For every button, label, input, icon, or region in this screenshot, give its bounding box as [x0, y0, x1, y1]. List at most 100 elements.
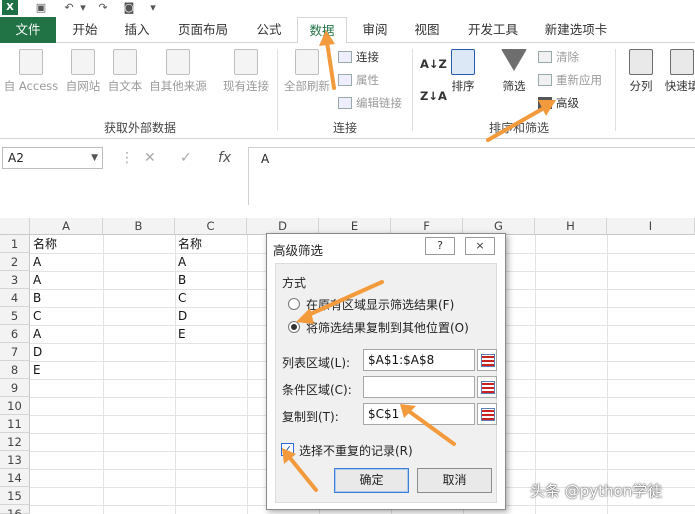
help-button[interactable]: ?	[425, 237, 455, 255]
reapply-button[interactable]: 重新应用	[538, 71, 602, 89]
list-range-input[interactable]: $A$1:$A$8	[363, 349, 475, 371]
existing-connections-button[interactable]: 现有连接	[218, 49, 274, 94]
column-header[interactable]: A	[30, 218, 103, 235]
formula-input[interactable]: A	[248, 147, 695, 205]
cell-c5[interactable]: D	[175, 307, 247, 325]
clear-filter-button[interactable]: 清除	[538, 48, 579, 66]
row-header[interactable]: 16	[0, 505, 30, 514]
properties-button[interactable]: 属性	[338, 71, 379, 89]
radio-copy-to-location-label[interactable]: 将筛选结果复制到其他位置(O)	[306, 319, 469, 336]
tab-formulas[interactable]: 公式	[246, 17, 292, 43]
cell-c3[interactable]: B	[175, 271, 247, 289]
enter-icon[interactable]: ✓	[180, 147, 192, 169]
tab-review[interactable]: 审阅	[352, 17, 398, 43]
row-header[interactable]: 3	[0, 271, 30, 289]
ok-button[interactable]: 确定	[334, 468, 409, 493]
cell-c2[interactable]: A	[175, 253, 247, 271]
cell-a6[interactable]: A	[30, 325, 103, 343]
reapply-icon	[538, 74, 552, 86]
existing-connections-icon	[234, 49, 258, 75]
row-header[interactable]: 6	[0, 325, 30, 343]
row-header[interactable]: 13	[0, 451, 30, 469]
connections-button[interactable]: 连接	[338, 48, 379, 66]
range-select-icon[interactable]	[477, 403, 497, 425]
column-header[interactable]: I	[607, 218, 695, 235]
gridline	[103, 235, 104, 514]
tab-page-layout[interactable]: 页面布局	[168, 17, 238, 43]
cell-a1[interactable]: 名称	[30, 235, 103, 253]
filter-button[interactable]: 筛选	[496, 49, 532, 94]
save-icon[interactable]: ▣	[34, 1, 48, 14]
row-header[interactable]: 10	[0, 397, 30, 415]
tab-developer[interactable]: 开发工具	[458, 17, 528, 43]
from-other-sources-button[interactable]: 自其他来源	[146, 49, 210, 94]
radio-filter-in-place[interactable]	[288, 298, 300, 310]
edit-links-button[interactable]: 编辑链接	[338, 94, 402, 112]
customize-toolbar-icon[interactable]: ▾	[146, 1, 160, 14]
radio-copy-to-location[interactable]	[288, 321, 300, 333]
group-separator	[615, 49, 616, 131]
camera-icon[interactable]: ◙	[122, 1, 136, 14]
from-text-button[interactable]: 自文本	[104, 49, 146, 94]
row-header[interactable]: 12	[0, 433, 30, 451]
cell-a2[interactable]: A	[30, 253, 103, 271]
row-header[interactable]: 9	[0, 379, 30, 397]
row-header[interactable]: 4	[0, 289, 30, 307]
cell-a8[interactable]: E	[30, 361, 103, 379]
cancel-button[interactable]: 取消	[417, 468, 492, 493]
cell-a4[interactable]: B	[30, 289, 103, 307]
properties-icon	[338, 74, 352, 86]
sort-za-icon[interactable]: Z↓A	[420, 87, 447, 105]
refresh-all-button[interactable]: 全部刷新	[280, 49, 334, 94]
advanced-filter-button[interactable]: 高级	[538, 94, 579, 112]
row-header[interactable]: 8	[0, 361, 30, 379]
cancel-icon[interactable]: ✕	[144, 147, 156, 169]
row-header[interactable]: 15	[0, 487, 30, 505]
insert-function-icon[interactable]: fx	[218, 147, 231, 169]
tab-data[interactable]: 数据	[297, 17, 347, 44]
cell-c1[interactable]: 名称	[175, 235, 247, 253]
tab-insert[interactable]: 插入	[114, 17, 160, 43]
row-header[interactable]: 11	[0, 415, 30, 433]
row-header[interactable]: 7	[0, 343, 30, 361]
chevron-down-icon[interactable]: ▼	[91, 148, 98, 168]
row-header[interactable]: 1	[0, 235, 30, 253]
copy-to-input[interactable]: $C$1	[363, 403, 475, 425]
text-to-columns-button[interactable]: 分列	[622, 49, 660, 94]
row-header[interactable]: 5	[0, 307, 30, 325]
copy-to-label: 复制到(T):	[282, 410, 339, 424]
from-web-button[interactable]: 自网站	[62, 49, 104, 94]
unique-records-label[interactable]: 选择不重复的记录(R)	[299, 442, 413, 459]
redo-icon[interactable]: ↷	[96, 1, 110, 14]
undo-icon[interactable]: ↶	[62, 1, 76, 14]
name-box[interactable]: A2 ▼	[2, 147, 103, 169]
tab-new[interactable]: 新建选项卡	[536, 17, 616, 43]
range-select-icon[interactable]	[477, 349, 497, 371]
cell-a5[interactable]: C	[30, 307, 103, 325]
column-header[interactable]: H	[535, 218, 607, 235]
select-all-corner[interactable]	[0, 218, 30, 235]
gridline	[247, 235, 248, 514]
unique-records-checkbox[interactable]: ✓	[281, 443, 294, 456]
sort-button[interactable]: 排序	[446, 49, 480, 94]
tab-view[interactable]: 视图	[404, 17, 450, 43]
row-header[interactable]: 2	[0, 253, 30, 271]
cell-a3[interactable]: A	[30, 271, 103, 289]
tab-home[interactable]: 开始	[62, 17, 108, 43]
cell-a7[interactable]: D	[30, 343, 103, 361]
flash-fill-button[interactable]: 快速填	[662, 49, 695, 94]
cell-c6[interactable]: E	[175, 325, 247, 343]
column-header[interactable]: B	[103, 218, 175, 235]
sort-az-icon[interactable]: A↓Z	[420, 55, 447, 73]
close-button[interactable]: ×	[465, 237, 495, 255]
range-select-icon[interactable]	[477, 376, 497, 398]
column-header[interactable]: C	[175, 218, 247, 235]
gridline	[535, 235, 536, 514]
radio-filter-in-place-label[interactable]: 在原有区域显示筛选结果(F)	[306, 296, 454, 313]
row-header[interactable]: 14	[0, 469, 30, 487]
criteria-range-input[interactable]	[363, 376, 475, 398]
from-access-button[interactable]: 自 Access	[2, 49, 60, 94]
undo-dropdown-icon[interactable]: ▾	[76, 1, 90, 14]
cell-c4[interactable]: C	[175, 289, 247, 307]
tab-file[interactable]: 文件	[0, 17, 56, 43]
